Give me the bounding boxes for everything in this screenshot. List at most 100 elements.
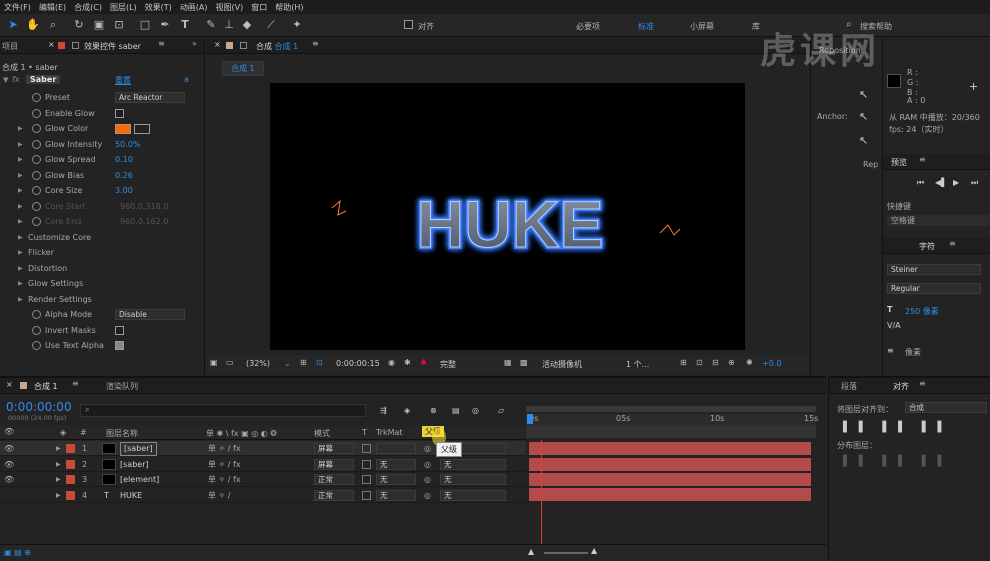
eyedropper-icon[interactable]: [134, 124, 150, 134]
param-dropdown[interactable]: Disable: [115, 309, 185, 320]
snap-checkbox[interactable]: [404, 20, 413, 29]
zoom-out-icon[interactable]: ▲: [528, 547, 534, 556]
camera-tool-icon[interactable]: ▣: [92, 18, 106, 32]
expand-panel-icon[interactable]: »: [192, 39, 197, 48]
menu-help[interactable]: 帮助(H): [271, 2, 307, 13]
effect-controls-tab[interactable]: 效果控件 saber: [84, 41, 141, 52]
puppet-tool-icon[interactable]: ✦: [290, 18, 304, 32]
preserve-transparency-checkbox[interactable]: [362, 459, 371, 469]
shy-icon[interactable]: ⊗: [430, 406, 437, 415]
rotate-tool-icon[interactable]: ↻: [72, 18, 86, 32]
effect-param-row[interactable]: ▶ Distortion: [0, 261, 188, 276]
current-time-display[interactable]: 0:00:00:15: [336, 359, 380, 368]
menu-effect[interactable]: 效果(T): [141, 2, 176, 13]
anchor-arrow-icon[interactable]: ↖: [859, 110, 868, 123]
paragraph-tab[interactable]: 段落: [841, 381, 857, 392]
motion-blur-icon[interactable]: ◎: [472, 406, 479, 415]
workspace-essentials[interactable]: 必要项: [576, 21, 600, 32]
param-value[interactable]: 50.0%: [115, 137, 140, 152]
layer-label-color[interactable]: [66, 490, 75, 500]
layer-switches[interactable]: 单 ✧ / fx: [208, 472, 241, 487]
expand-arrow-icon[interactable]: ▶: [18, 137, 23, 152]
selection-tool-icon[interactable]: ➤: [6, 18, 20, 32]
blend-mode-dropdown[interactable]: 屏幕: [314, 458, 354, 470]
menu-composition[interactable]: 合成(C): [70, 2, 106, 13]
menu-file[interactable]: 文件(F): [0, 2, 35, 13]
preserve-transparency-checkbox[interactable]: [362, 490, 371, 500]
layer-switches[interactable]: 单 ✧ / fx: [208, 457, 241, 472]
comp-tab[interactable]: 合成 合成 1: [256, 41, 298, 52]
exposure-icon[interactable]: ✺: [746, 358, 753, 367]
pick-whip-icon[interactable]: ◎: [424, 441, 431, 456]
hand-tool-icon[interactable]: ✋: [26, 18, 40, 32]
pick-whip-icon[interactable]: ◎: [424, 457, 431, 472]
effect-param-row[interactable]: Use Text Alpha: [0, 338, 188, 353]
preserve-transparency-checkbox[interactable]: [362, 475, 371, 484]
eye-icon[interactable]: 👁: [4, 457, 14, 472]
param-value[interactable]: 0.10: [115, 152, 133, 167]
about-link[interactable]: a: [184, 75, 189, 84]
menu-window[interactable]: 窗口: [247, 2, 271, 13]
layer-row[interactable]: 👁 ▶ 3 [element] 单 ✧ / fx 正常 无 ◎ 无: [0, 472, 526, 487]
layer-expand-icon[interactable]: ▶: [56, 488, 61, 503]
eye-icon[interactable]: 👁: [4, 472, 14, 487]
layer-name[interactable]: [saber]: [120, 442, 157, 456]
snapshot-icon[interactable]: ◉: [388, 358, 395, 367]
comp-mini-flowchart-icon[interactable]: ⇶: [380, 406, 387, 415]
layer-switches[interactable]: 单 ✧ /: [208, 488, 230, 503]
effect-param-row[interactable]: ▶ Flicker: [0, 245, 188, 260]
align-tab[interactable]: 对齐: [893, 381, 909, 392]
show-snapshot-icon[interactable]: ✱: [404, 358, 411, 367]
layer-name[interactable]: HUKE: [120, 488, 142, 503]
type-tool-icon[interactable]: T: [178, 18, 192, 32]
prev-frame-icon[interactable]: ◀▌: [935, 178, 947, 187]
stopwatch-icon[interactable]: [32, 139, 41, 149]
stopwatch-icon[interactable]: [32, 108, 41, 118]
eye-icon[interactable]: 👁: [4, 441, 14, 456]
eraser-tool-icon[interactable]: ◆: [240, 18, 254, 32]
comp-viewer[interactable]: HUKE HUKE: [270, 83, 745, 350]
toggle-switches-icon[interactable]: ▣ ▤ ⊕: [4, 548, 31, 557]
pan-behind-tool-icon[interactable]: ⊡: [112, 18, 126, 32]
font-family-dropdown[interactable]: Steiner: [887, 264, 981, 275]
play-icon[interactable]: ▶: [953, 178, 959, 187]
anchor-arrow-2-icon[interactable]: ↖: [859, 134, 868, 147]
project-tab[interactable]: 项目: [2, 41, 18, 52]
fx-icon[interactable]: fx: [12, 75, 20, 84]
pen-tool-icon[interactable]: ✒: [158, 18, 172, 32]
pick-whip-icon[interactable]: ◎: [424, 472, 431, 487]
zoom-tool-icon[interactable]: ⌕: [46, 18, 60, 32]
stopwatch-icon[interactable]: [32, 341, 41, 350]
comp-close-icon[interactable]: ×: [214, 40, 221, 49]
comp-panel-menu-icon[interactable]: ≡: [312, 39, 319, 48]
render-queue-tab[interactable]: 渲染队列: [106, 381, 138, 392]
comp-subtab[interactable]: 合成 1: [222, 61, 264, 76]
expand-arrow-icon[interactable]: ▶: [18, 121, 23, 136]
layer-row[interactable]: 👁 ▶ 2 [saber] 单 ✧ / fx 屏幕 无 ◎ 无: [0, 456, 526, 472]
align-to-dropdown[interactable]: 合成: [905, 402, 987, 413]
playhead-handle[interactable]: [527, 414, 533, 424]
clone-stamp-tool-icon[interactable]: ⊥: [222, 18, 236, 32]
zoom-slider[interactable]: [544, 552, 588, 554]
region-icon[interactable]: ⊡: [316, 358, 323, 367]
work-area-bar[interactable]: [526, 406, 816, 412]
expand-arrow-icon[interactable]: ▶: [18, 183, 23, 198]
menu-layer[interactable]: 图层(L): [106, 2, 141, 13]
zoom-in-icon[interactable]: ▲: [591, 546, 597, 555]
toggle-icon[interactable]: ⊞: [680, 358, 687, 367]
blend-mode-dropdown[interactable]: 正常: [314, 489, 354, 501]
layer-expand-icon[interactable]: ▶: [56, 441, 61, 456]
layer-search-input[interactable]: ⌕: [80, 404, 366, 417]
always-preview-icon[interactable]: ▣: [210, 358, 218, 367]
character-menu-icon[interactable]: ≡: [949, 239, 956, 248]
expand-arrow-icon[interactable]: ▶: [18, 245, 23, 260]
fit-icon[interactable]: ⊞: [300, 358, 307, 367]
comp-lock-icon[interactable]: [240, 42, 247, 49]
draft-3d-icon[interactable]: ◈: [404, 406, 410, 415]
expand-arrow-icon[interactable]: ▶: [18, 214, 23, 229]
param-checkbox[interactable]: [115, 106, 124, 121]
camera-dropdown[interactable]: 活动摄像机: [542, 359, 582, 370]
layer-expand-icon[interactable]: ▶: [56, 457, 61, 472]
param-value[interactable]: 0.26: [115, 168, 133, 183]
timeline-close-icon[interactable]: ×: [6, 380, 13, 389]
